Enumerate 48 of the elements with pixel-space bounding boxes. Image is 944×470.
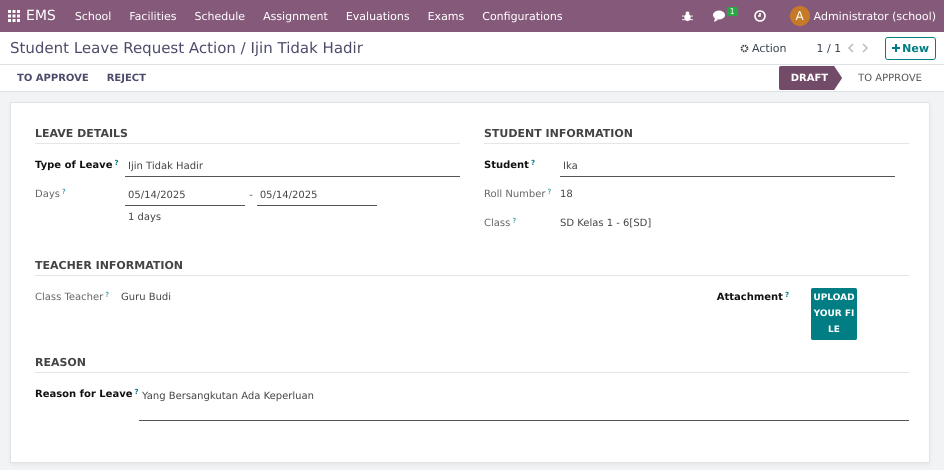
- date-field[interactable]: 05/14/2025: [125, 185, 246, 206]
- status-stage[interactable]: DRAFT: [778, 66, 842, 90]
- field-label: Class Teacher$^{?}$: [35, 290, 109, 303]
- menu-item[interactable]: Assignment: [254, 10, 337, 22]
- duration-text: 1 days: [127, 211, 162, 225]
- new-button[interactable]: New: [885, 36, 936, 60]
- clock-icon[interactable]: [754, 10, 766, 22]
- gear-icon: [740, 44, 749, 52]
- bug-icon[interactable]: [682, 10, 693, 22]
- user-name[interactable]: Administrator (school): [814, 10, 936, 22]
- plus-icon: [892, 44, 900, 52]
- field-label: Attachment$^{?}$: [716, 290, 789, 303]
- field-value: SD Kelas 1 - 6[SD]: [560, 217, 652, 231]
- action-button[interactable]: Action: [734, 40, 792, 56]
- breadcrumb: Student Leave Request Action / Ijin Tidak Hadir: [10, 39, 363, 57]
- status-action-button[interactable]: TO APPROVE: [8, 72, 98, 84]
- field-label: Reason for Leave$^{?}$: [35, 387, 139, 400]
- user-avatar[interactable]: A: [790, 6, 810, 26]
- field-label: Roll Number$^{?}$: [484, 187, 552, 200]
- section-heading: STUDENT INFORMATION: [484, 123, 909, 144]
- upload-button[interactable]: UPLOAD YOUR FILE: [811, 288, 857, 340]
- section-heading: TEACHER INFORMATION: [35, 255, 909, 276]
- field-label: Student$^{?}$: [484, 158, 536, 171]
- status-action-button[interactable]: REJECT: [98, 72, 155, 84]
- menu-item[interactable]: Evaluations: [336, 10, 419, 22]
- chat-icon[interactable]: [712, 10, 727, 22]
- menu-item[interactable]: School: [66, 10, 120, 22]
- menu-item[interactable]: Facilities: [120, 10, 186, 22]
- section-heading: LEAVE DETAILS: [35, 123, 460, 144]
- text-area[interactable]: Yang Bersangkutan Ada Keperluan: [139, 385, 909, 421]
- date-field[interactable]: 05/14/2025: [256, 185, 378, 206]
- apps-menu-icon[interactable]: [8, 10, 20, 22]
- message-count: 1: [726, 6, 738, 16]
- app-name[interactable]: EMS: [20, 8, 66, 24]
- field-label: Class$^{?}$: [484, 216, 516, 229]
- field-label: Days$^{?}$: [35, 187, 66, 200]
- field-label: Type of Leave$^{?}$: [35, 158, 119, 171]
- input-field[interactable]: Ijin Tidak Hadir: [125, 156, 460, 177]
- menu-item[interactable]: Exams: [418, 10, 474, 22]
- section-heading: REASON: [35, 352, 909, 373]
- date-separator: -: [249, 190, 253, 203]
- field-value: 18: [560, 188, 574, 202]
- status-stage[interactable]: TO APPROVE: [842, 66, 936, 90]
- field-value: Guru Budi: [121, 291, 172, 305]
- pager: 1 / 1: [816, 42, 842, 54]
- input-field[interactable]: Ika: [560, 156, 895, 177]
- menu-item[interactable]: Configurations: [473, 10, 572, 22]
- menu-item[interactable]: Schedule: [186, 10, 254, 22]
